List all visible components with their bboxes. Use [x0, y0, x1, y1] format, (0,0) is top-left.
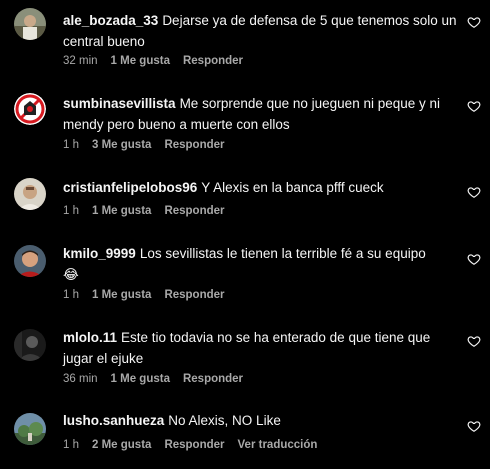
comment-body: cristianfelipelobos96 Y Alexis en la banc…: [63, 177, 458, 198]
heart-outline-icon[interactable]: [467, 185, 481, 199]
likes-count[interactable]: 1 Me gusta: [92, 289, 151, 301]
avatar[interactable]: [14, 329, 46, 361]
comment-username[interactable]: ale_bozada_33: [63, 13, 158, 28]
comment-body: lusho.sanhueza No Alexis, NO Like: [63, 410, 458, 431]
comment-username[interactable]: cristianfelipelobos96: [63, 180, 197, 195]
reply-button[interactable]: Responder: [164, 289, 224, 301]
comment-body: mlolo.11 Este tio todavia no se ha entera…: [63, 327, 458, 369]
translate-button[interactable]: Ver traducción: [238, 439, 318, 451]
comment-meta: 1 h 3 Me gusta Responder: [63, 139, 238, 151]
comment-text: Este tio todavia no se ha enterado de qu…: [63, 330, 431, 366]
comment-body: kmilo_9999 Los sevillistas le tienen la t…: [63, 243, 458, 285]
reply-button[interactable]: Responder: [164, 139, 224, 151]
comment-time[interactable]: 36 min: [63, 373, 98, 385]
comment-username[interactable]: kmilo_9999: [63, 246, 136, 261]
likes-count[interactable]: 1 Me gusta: [111, 373, 170, 385]
likes-count[interactable]: 1 Me gusta: [111, 55, 170, 67]
comment-time[interactable]: 1 h: [63, 289, 79, 301]
comment-text: Los sevillistas le tienen la terrible fé…: [139, 246, 426, 261]
avatar[interactable]: [14, 178, 46, 210]
avatar[interactable]: [14, 8, 46, 40]
heart-outline-icon[interactable]: [467, 334, 481, 348]
reply-button[interactable]: Responder: [164, 439, 224, 451]
comment-meta: 1 h 2 Me gusta Responder Ver traducción: [63, 439, 330, 451]
reply-button[interactable]: Responder: [183, 55, 243, 67]
heart-outline-icon[interactable]: [467, 99, 481, 113]
comment-username[interactable]: mlolo.11: [63, 330, 117, 345]
heart-outline-icon[interactable]: [467, 419, 481, 433]
avatar[interactable]: [14, 413, 46, 445]
comment-text: Y Alexis en la banca pfff cueck: [201, 180, 384, 195]
comment-time[interactable]: 32 min: [63, 55, 98, 67]
comment-time[interactable]: 1 h: [63, 139, 79, 151]
comment-body: sumbinasevillista Me sorprende que no jue…: [63, 93, 458, 135]
reply-button[interactable]: Responder: [164, 205, 224, 217]
comment-time[interactable]: 1 h: [63, 439, 79, 451]
comment-meta: 1 h 1 Me gusta Responder: [63, 289, 238, 301]
comment-text: No Alexis, NO Like: [168, 413, 281, 428]
reply-button[interactable]: Responder: [183, 373, 243, 385]
likes-count[interactable]: 3 Me gusta: [92, 139, 151, 151]
comment-username[interactable]: lusho.sanhueza: [63, 413, 164, 428]
heart-outline-icon[interactable]: [467, 15, 481, 29]
comment-username[interactable]: sumbinasevillista: [63, 96, 176, 111]
avatar[interactable]: [14, 93, 46, 125]
comment-meta: 36 min 1 Me gusta Responder: [63, 373, 256, 385]
avatar[interactable]: [14, 245, 46, 277]
comment-time[interactable]: 1 h: [63, 205, 79, 217]
likes-count[interactable]: 2 Me gusta: [92, 439, 151, 451]
comment-meta: 1 h 1 Me gusta Responder: [63, 205, 238, 217]
likes-count[interactable]: 1 Me gusta: [92, 205, 151, 217]
comment-meta: 32 min 1 Me gusta Responder: [63, 55, 256, 67]
comment-body: ale_bozada_33 Dejarse ya de defensa de 5 …: [63, 10, 458, 52]
laughing-emoji: 😂: [63, 267, 79, 282]
heart-outline-icon[interactable]: [467, 252, 481, 266]
